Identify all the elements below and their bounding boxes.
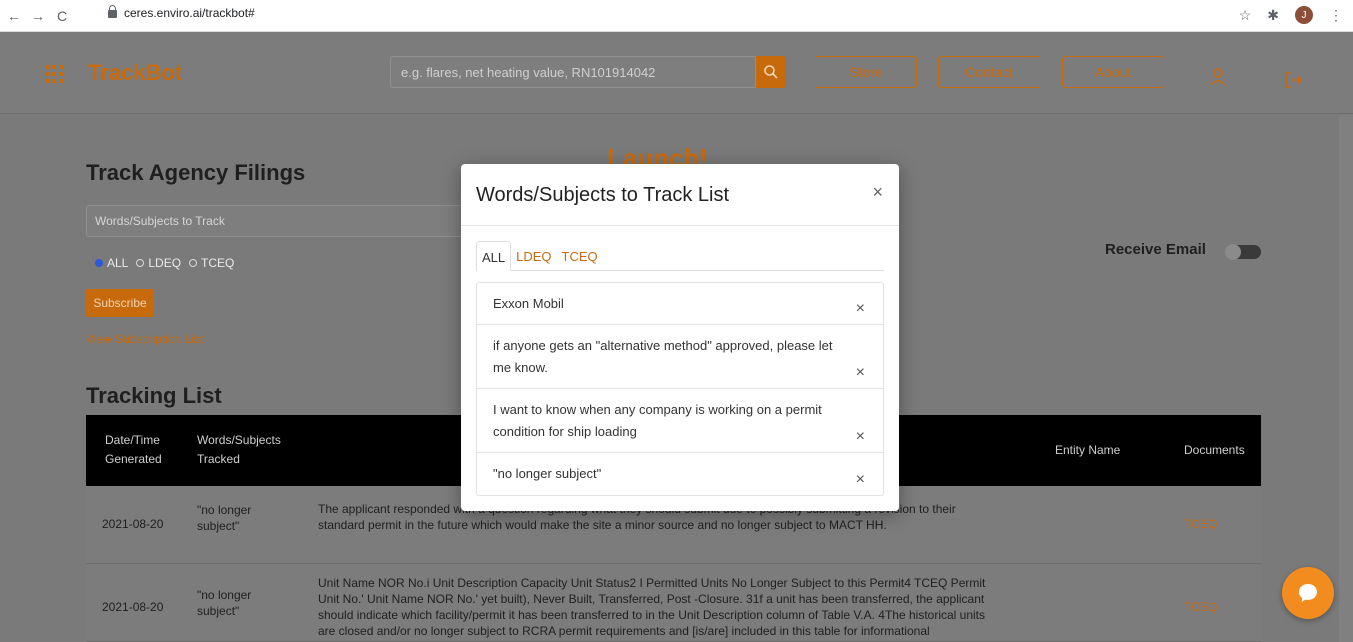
subscribe-button[interactable]: Subscribe — [86, 289, 154, 317]
address-bar[interactable]: ceres.enviro.ai/trackbot# — [108, 5, 255, 20]
logout-icon[interactable] — [1285, 72, 1303, 88]
search-bar — [390, 56, 786, 88]
tab-tceq[interactable]: TCEQ — [557, 241, 603, 271]
modal-header: Words/Subjects to Track List × — [461, 164, 899, 226]
profile-avatar[interactable]: J — [1295, 6, 1313, 24]
row-words: "no longer subject" — [197, 503, 252, 533]
row-document-link[interactable]: TCEQ — [1184, 599, 1217, 615]
bookmark-star-icon[interactable]: ☆ — [1239, 7, 1252, 24]
search-icon — [764, 65, 778, 79]
reload-icon[interactable]: C — [52, 8, 72, 24]
row-words: "no longer subject" — [197, 588, 252, 618]
agency-tabs: ALL LDEQ TCEQ — [476, 241, 884, 271]
row-date: 2021-08-20 — [102, 517, 164, 531]
row-excerpt: Unit Name NOR No.i Unit Description Capa… — [318, 576, 986, 638]
receive-email-toggle[interactable] — [1225, 244, 1261, 260]
tab-ldeq[interactable]: LDEQ — [511, 241, 556, 271]
words-to-track-input[interactable]: Words/Subjects to Track — [86, 205, 476, 237]
list-item: I want to know when any company is worki… — [477, 389, 883, 453]
agency-radio-group: ALL LDEQ TCEQ — [95, 256, 234, 270]
track-filings-title: Track Agency Filings — [86, 160, 306, 185]
header-documents: Documents — [1184, 443, 1245, 457]
radio-tceq[interactable]: TCEQ — [189, 256, 234, 270]
remove-item-icon[interactable]: × — [856, 429, 865, 445]
list-item: Exxon Mobil × — [477, 283, 883, 325]
browser-menu-icon[interactable]: ⋮ — [1329, 7, 1343, 24]
header-words: Words/Subjects Tracked — [197, 433, 281, 466]
modal-title: Words/Subjects to Track List — [476, 184, 730, 206]
receive-email-label: Receive Email — [1105, 241, 1206, 258]
url-text: ceres.enviro.ai/trackbot# — [124, 6, 255, 20]
track-list-modal: Words/Subjects to Track List × ALL LDEQ … — [461, 164, 899, 511]
remove-item-icon[interactable]: × — [856, 472, 865, 488]
chat-launcher-button[interactable] — [1282, 567, 1334, 619]
view-subscription-list-link[interactable]: View Subscription List — [86, 332, 203, 346]
lock-icon — [108, 5, 117, 18]
about-link[interactable]: About — [1062, 56, 1164, 88]
grid-menu-icon[interactable] — [45, 65, 63, 83]
page-scrollbar[interactable] — [1339, 115, 1353, 642]
contact-link[interactable]: Contact — [938, 56, 1040, 88]
chat-bubble-icon — [1299, 584, 1317, 602]
browser-toolbar: ← → C ceres.enviro.ai/trackbot# ☆ ✱ J ⋮ — [0, 0, 1353, 32]
app-header: TrackBot Store Contact About — [0, 32, 1353, 114]
table-row: 2021-08-20 "no longer subject" Unit Name… — [86, 565, 1261, 642]
store-link[interactable]: Store — [815, 56, 917, 88]
brand-logo[interactable]: TrackBot — [88, 60, 182, 86]
search-button[interactable] — [756, 56, 786, 88]
extensions-icon[interactable]: ✱ — [1267, 7, 1279, 24]
tracked-subjects-list: Exxon Mobil × if anyone gets an "alterna… — [476, 282, 884, 496]
user-icon[interactable] — [1210, 68, 1226, 86]
remove-item-icon[interactable]: × — [856, 365, 865, 381]
list-item: if anyone gets an "alternative method" a… — [477, 325, 883, 389]
forward-icon[interactable]: → — [28, 8, 48, 24]
list-item: "no longer subject" × — [493, 466, 865, 488]
radio-all[interactable]: ALL — [95, 256, 128, 270]
search-input[interactable] — [390, 56, 756, 88]
tab-all[interactable]: ALL — [476, 241, 512, 271]
back-icon[interactable]: ← — [4, 8, 24, 24]
row-date: 2021-08-20 — [102, 600, 164, 614]
close-icon[interactable]: × — [872, 182, 883, 203]
tracking-list-title: Tracking List — [86, 383, 222, 408]
row-document-link[interactable]: TCEQ — [1184, 516, 1217, 532]
header-entity: Entity Name — [1055, 443, 1121, 457]
remove-item-icon[interactable]: × — [856, 301, 865, 317]
radio-ldeq[interactable]: LDEQ — [136, 256, 181, 270]
header-date: Date/Time Generated — [105, 433, 162, 466]
